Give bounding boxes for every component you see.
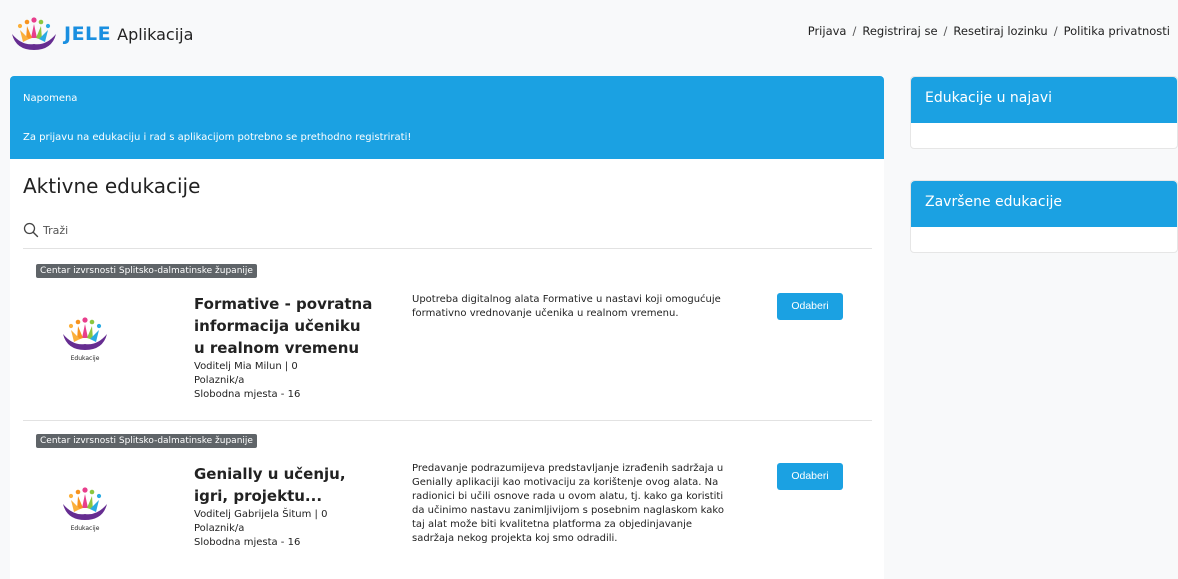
course-description: Upotreba digitalnog alata Formative u na… <box>412 294 721 319</box>
top-nav-links: Prijava / Registriraj se / Resetiraj lozinku… <box>808 24 1170 38</box>
upcoming-trainings-body <box>911 123 1177 148</box>
nav-register-link[interactable]: Registriraj se <box>862 24 937 38</box>
brand[interactable]: JELE Aplikacija <box>8 16 193 52</box>
divider <box>23 248 872 249</box>
course-role: Polaznik/a <box>194 523 245 534</box>
course-leader: Voditelj Mia Milun | 0 <box>194 361 298 372</box>
course-card: Centar izvrsnosti Splitsko-dalmatinske ž… <box>23 264 872 420</box>
course-seats: Slobodna mjesta - 16 <box>194 537 301 548</box>
upcoming-trainings-title: Edukacije u najavi <box>911 77 1177 123</box>
search-icon[interactable] <box>23 222 39 238</box>
brand-app-label: Aplikacija <box>117 24 194 44</box>
thumbnail-caption: Edukacije <box>71 525 100 532</box>
course-meta: Voditelj Gabrijela Šitum | 0 Polaznik/a … <box>194 508 327 550</box>
notice-banner: Napomena Za prijavu na edukaciju i rad s… <box>10 76 884 159</box>
finished-trainings-title: Završene edukacije <box>911 181 1177 227</box>
select-course-button[interactable]: Odaberi <box>777 293 843 320</box>
course-title[interactable]: Formative - povratna informacija učeniku… <box>194 293 374 359</box>
search-bar <box>23 222 343 238</box>
nav-separator: / <box>943 24 948 38</box>
finished-trainings-panel: Završene edukacije <box>910 180 1178 253</box>
lotus-logo-icon <box>12 17 56 50</box>
course-seats: Slobodna mjesta - 16 <box>194 389 301 400</box>
course-description: Predavanje podrazumijeva predstavljanje … <box>412 463 724 544</box>
notice-title: Napomena <box>23 93 78 104</box>
main-panel: Napomena Za prijavu na edukaciju i rad s… <box>10 76 884 579</box>
search-input[interactable] <box>43 223 343 237</box>
notice-message: Za prijavu na edukaciju i rad s aplikaci… <box>23 132 412 143</box>
course-role: Polaznik/a <box>194 375 245 386</box>
upcoming-trainings-panel: Edukacije u najavi <box>910 76 1178 149</box>
nav-separator: / <box>1053 24 1058 38</box>
course-title[interactable]: Genially u učenju, igri, projektu... <box>194 463 374 507</box>
course-thumbnail: Edukacije <box>63 487 107 532</box>
organizer-badge: Centar izvrsnosti Splitsko-dalmatinske ž… <box>36 434 257 448</box>
page-title: Aktivne edukacije <box>23 174 201 198</box>
course-thumbnail: Edukacije <box>63 317 107 362</box>
nav-privacy-policy-link[interactable]: Politika privatnosti <box>1064 24 1170 38</box>
select-course-button[interactable]: Odaberi <box>777 463 843 490</box>
nav-reset-password-link[interactable]: Resetiraj lozinku <box>953 24 1047 38</box>
course-card: Centar izvrsnosti Splitsko-dalmatinske ž… <box>23 434 872 579</box>
organizer-badge: Centar izvrsnosti Splitsko-dalmatinske ž… <box>36 264 257 278</box>
course-leader: Voditelj Gabrijela Šitum | 0 <box>194 509 328 520</box>
nav-separator: / <box>852 24 857 38</box>
thumbnail-caption: Edukacije <box>71 355 100 362</box>
top-navbar: JELE Aplikacija Prijava / Registriraj se / R… <box>0 12 1178 56</box>
divider <box>23 420 872 421</box>
brand-name: JELE <box>64 23 112 45</box>
course-meta: Voditelj Mia Milun | 0 Polaznik/a Slobod… <box>194 360 300 402</box>
nav-login-link[interactable]: Prijava <box>808 24 847 38</box>
finished-trainings-body <box>911 227 1177 252</box>
